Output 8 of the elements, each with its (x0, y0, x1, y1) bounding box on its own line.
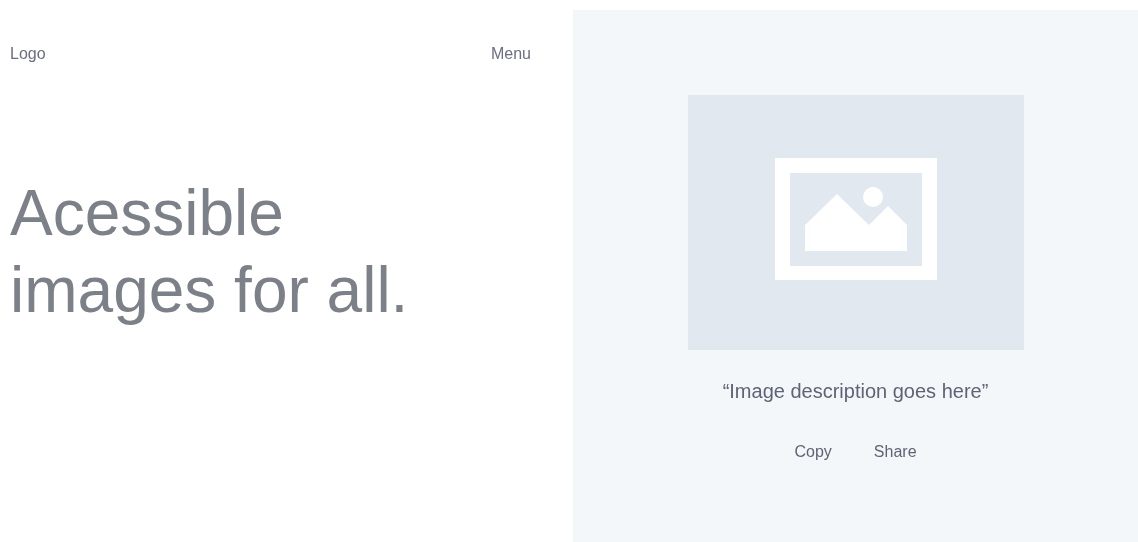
image-caption: “Image description goes here” (722, 380, 989, 403)
menu-link[interactable]: Menu (490, 45, 531, 63)
action-link[interactable]: Copy (794, 443, 832, 461)
headline: Acessible (10, 176, 284, 251)
logo[interactable]: Logo (10, 45, 46, 63)
action-link[interactable]: Share (873, 443, 917, 461)
image-icon (774, 157, 937, 280)
headline: images for all. (10, 253, 409, 328)
